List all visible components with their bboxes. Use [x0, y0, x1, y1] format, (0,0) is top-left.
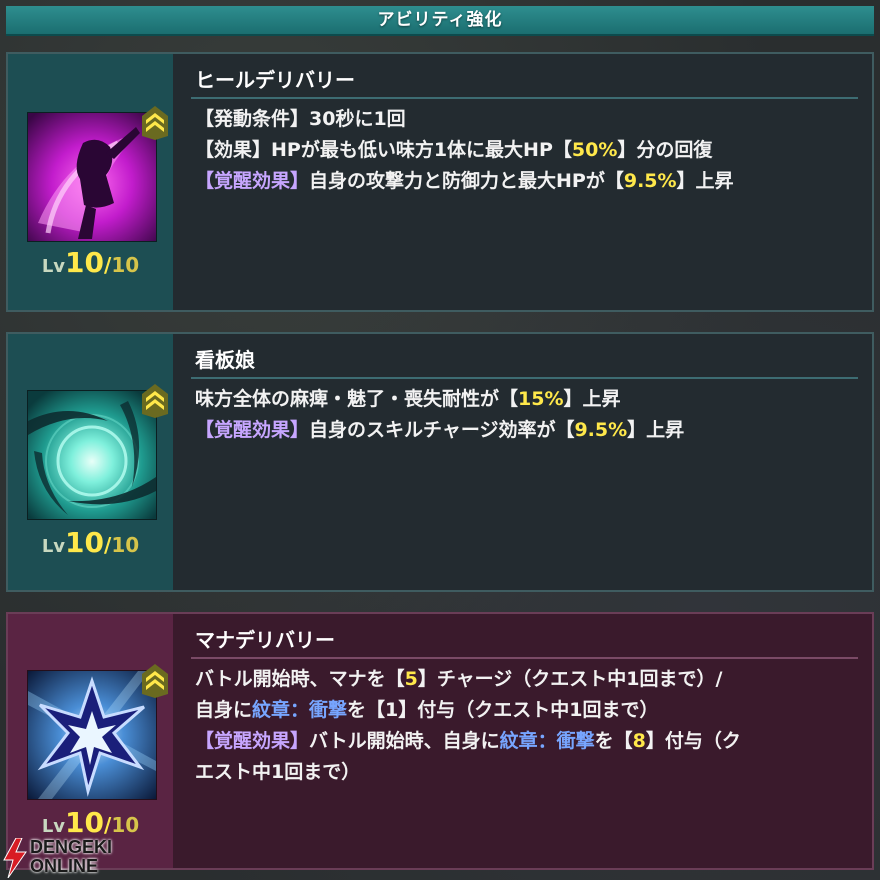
description-text: 自身のスキルチャージ効率が【 [309, 419, 575, 441]
level-display: Lv10/10 [41, 526, 140, 559]
description-text: バトル開始時、自身に [309, 730, 500, 752]
description-text: 】上昇 [563, 388, 621, 410]
heal-delivery-icon [27, 112, 157, 242]
divider [191, 97, 858, 99]
highlight-value: 9.5% [623, 170, 677, 192]
ability-icon-column: Lv10/10 [8, 614, 173, 868]
rank-up-chevron-icon [142, 664, 168, 698]
description-line: 【覚醒効果】バトル開始時、自身に紋章：衝撃を【8】付与（ク [195, 726, 858, 757]
watermark-line-1: DENGEKI [30, 837, 113, 857]
description-line: 【覚醒効果】自身の攻撃力と防御力と最大HPが【9.5%】上昇 [195, 166, 858, 197]
highlight-value: 5 [404, 668, 418, 690]
description-line: 【効果】HPが最も低い味方1体に最大HP【50%】分の回復 [195, 135, 858, 166]
highlight-value: 15% [518, 388, 564, 410]
description-text: 自身に [195, 699, 253, 721]
divider [191, 657, 858, 659]
rank-up-chevron-icon [142, 106, 168, 140]
description-text: エスト中1回まで） [195, 761, 361, 783]
ability-icon-column: Lv10/10 [8, 54, 173, 310]
highlight-value: 50% [571, 139, 618, 161]
description-line: 【発動条件】30秒に1回 [195, 104, 858, 135]
description-text: 】チャージ（クエスト中1回まで）/ [417, 668, 723, 690]
rank-up-chevron-icon [142, 384, 168, 418]
highlight-value: 8 [632, 730, 646, 752]
description-text: 【効果】HPが最も低い味方1体に最大HP【 [195, 139, 572, 161]
awaken-label: 【覚醒効果】 [195, 170, 310, 192]
description-text: バトル開始時、マナを【 [195, 668, 405, 690]
ability-description: 【発動条件】30秒に1回【効果】HPが最も低い味方1体に最大HP【50%】分の回… [195, 104, 858, 197]
description-text: 】付与（ク [645, 730, 741, 752]
ability-card-poster-girl[interactable]: Lv10/10 看板娘 味方全体の麻痺・魅了・喪失耐性が【15%】上昇 【覚醒効果… [6, 332, 874, 592]
divider [191, 377, 858, 379]
description-text: 自身の攻撃力と防御力と最大HPが【 [309, 170, 624, 192]
ability-description: 味方全体の麻痺・魅了・喪失耐性が【15%】上昇 【覚醒効果】自身のスキルチャージ効… [195, 384, 858, 446]
mana-delivery-icon [27, 670, 157, 800]
awaken-label: 【覚醒効果】 [195, 730, 310, 752]
awaken-label: 【覚醒効果】 [195, 419, 310, 441]
section-header: アビリティ強化 [6, 6, 874, 36]
description-text: 【発動条件】30秒に1回 [195, 108, 406, 130]
poster-girl-icon [27, 390, 157, 520]
level-display: Lv10/10 [41, 806, 140, 839]
description-line: 味方全体の麻痺・魅了・喪失耐性が【15%】上昇 [195, 384, 858, 415]
ability-name: 看板娘 [195, 348, 255, 372]
description-line: 自身に紋章：衝撃を【1】付与（クエスト中1回まで） [195, 695, 858, 726]
description-text: 】上昇 [627, 419, 685, 441]
crest-term: 紋章：衝撃 [252, 699, 348, 721]
highlight-value: 9.5% [574, 419, 628, 441]
description-line: バトル開始時、マナを【5】チャージ（クエスト中1回まで）/ [195, 664, 858, 695]
description-text: 】分の回復 [617, 139, 713, 161]
ability-icon-column: Lv10/10 [8, 334, 173, 590]
ability-description: バトル開始時、マナを【5】チャージ（クエスト中1回まで）/自身に紋章：衝撃を【1… [195, 664, 858, 788]
description-line: 【覚醒効果】自身のスキルチャージ効率が【9.5%】上昇 [195, 415, 858, 446]
ability-card-mana-delivery[interactable]: Lv10/10 マナデリバリー バトル開始時、マナを【5】チャージ（クエスト中1… [6, 612, 874, 870]
ability-name: マナデリバリー [195, 628, 335, 652]
description-text: 味方全体の麻痺・魅了・喪失耐性が【 [195, 388, 519, 410]
description-text: を【 [594, 730, 633, 752]
watermark-line-2: ONLINE [30, 856, 99, 876]
crest-term: 紋章：衝撃 [499, 730, 595, 752]
level-display: Lv10/10 [41, 246, 140, 279]
description-text: 】上昇 [676, 170, 734, 192]
description-line: エスト中1回まで） [195, 757, 858, 788]
ability-name: ヒールデリバリー [195, 68, 355, 92]
lightning-bolt-icon [3, 838, 27, 878]
dengeki-online-watermark: DENGEKI ONLINE [0, 836, 140, 880]
ability-card-heal-delivery[interactable]: Lv10/10 ヒールデリバリー 【発動条件】30秒に1回【効果】HPが最も低い… [6, 52, 874, 312]
description-text: を【1】付与（クエスト中1回まで） [347, 699, 659, 721]
